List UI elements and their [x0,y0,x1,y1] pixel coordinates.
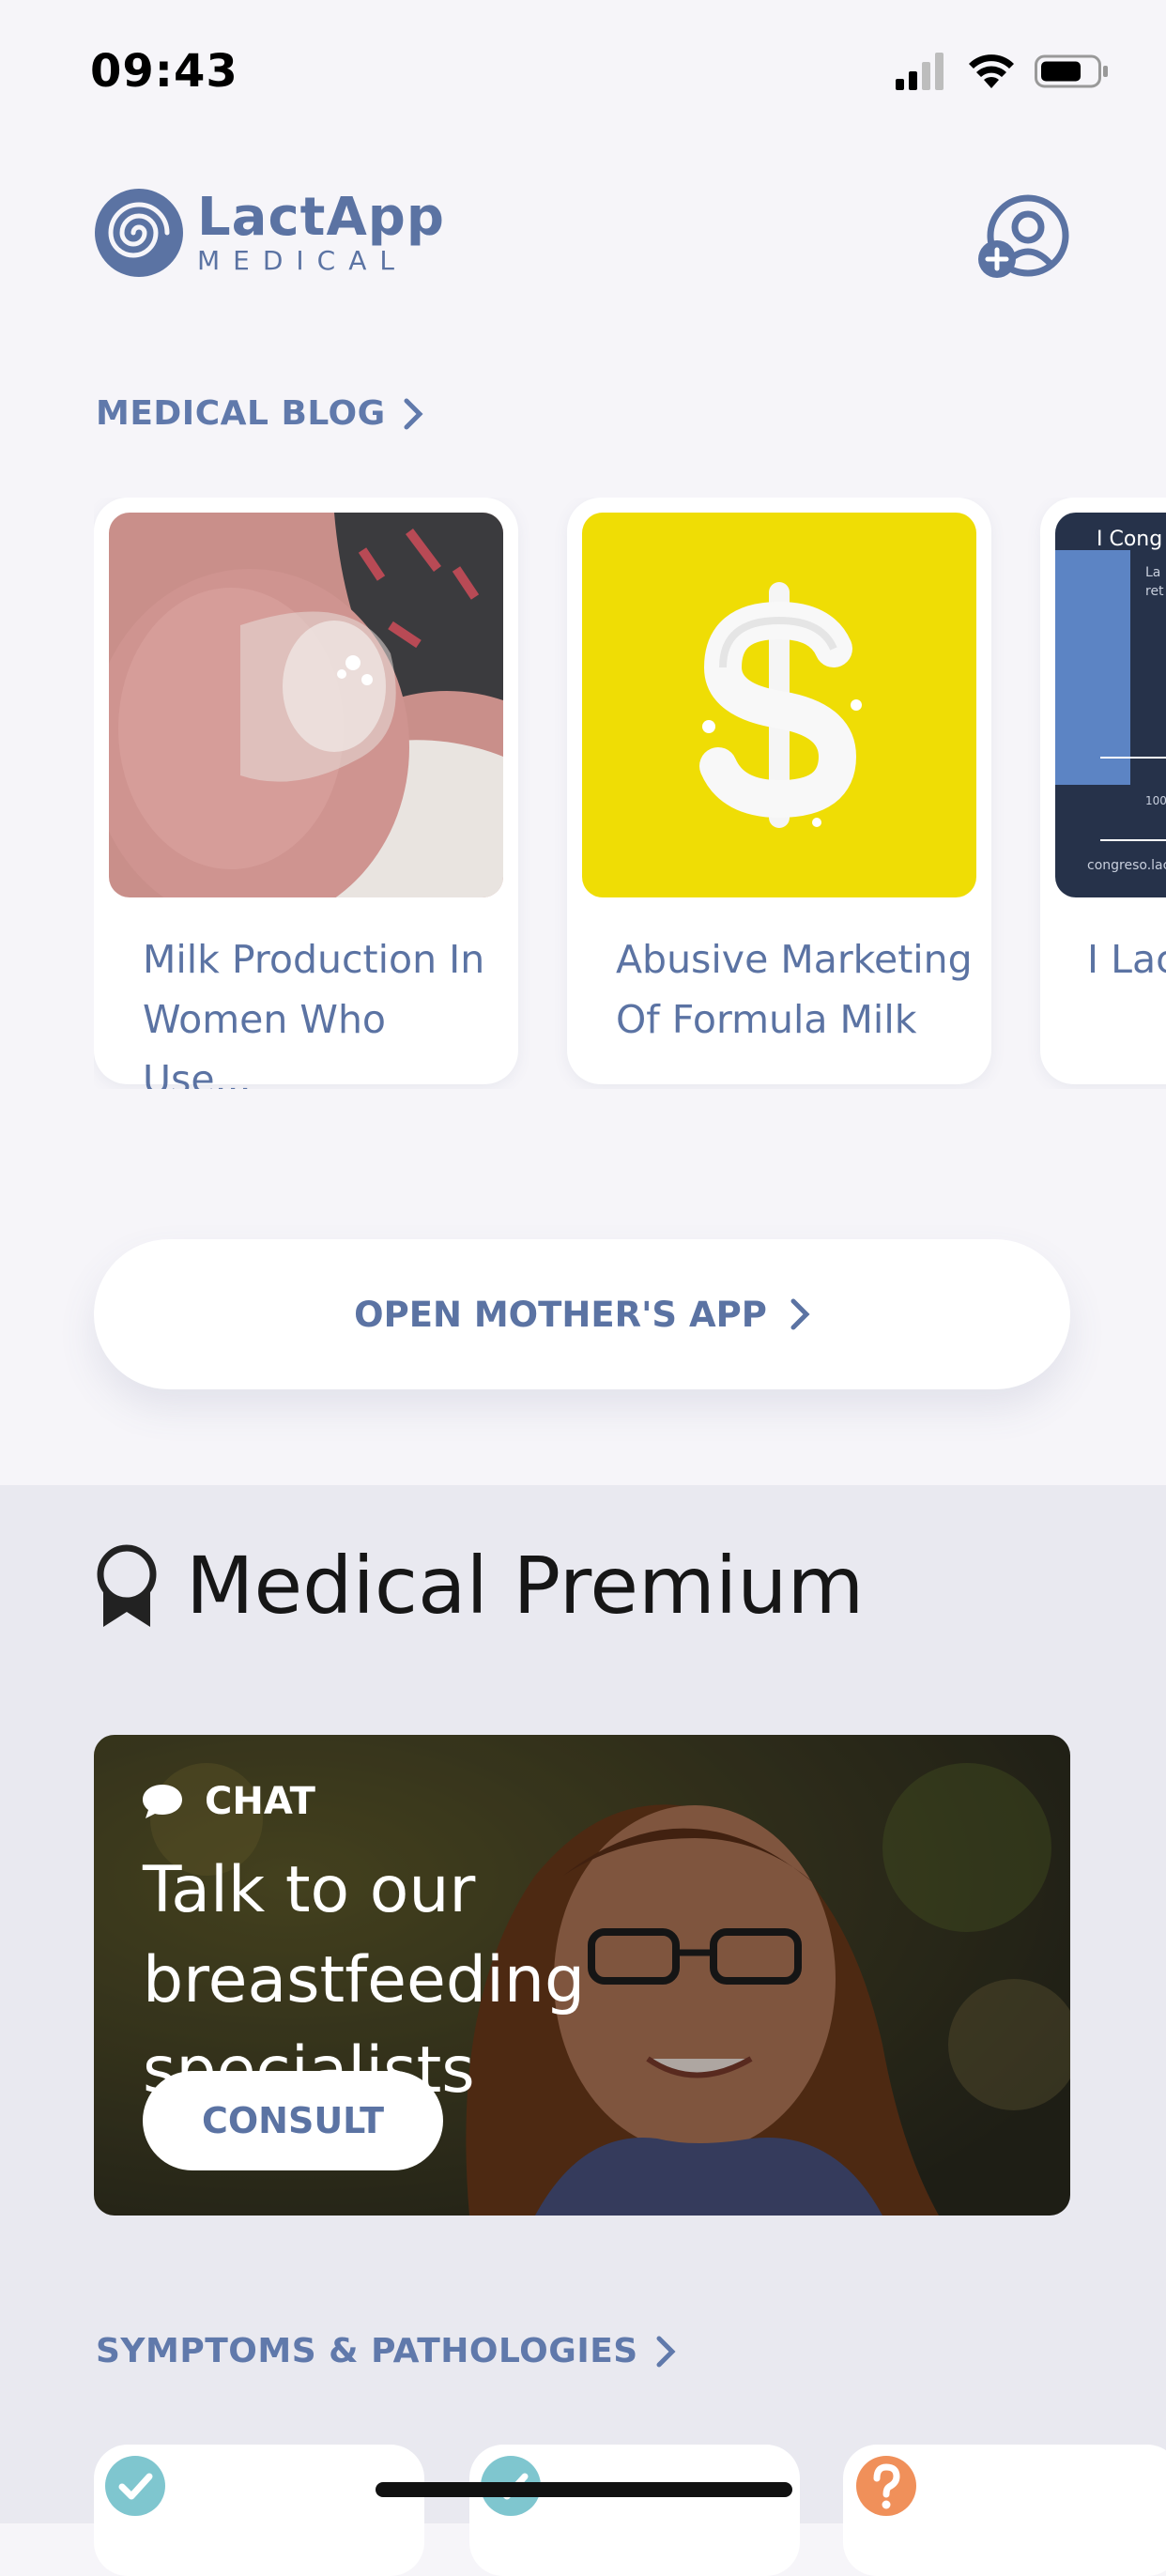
congress-image-title: I Cong [1097,528,1163,551]
congress-image-subtext: ret [1145,584,1164,599]
battery-icon [1035,54,1108,88]
symptom-card[interactable] [469,2445,800,2576]
blog-carousel[interactable]: Milk Production In Women Who Use... Abus… [94,498,1166,1089]
check-circle-icon [105,2456,165,2516]
congress-image-subtext: La [1145,565,1161,580]
question-circle-icon [856,2456,916,2516]
congress-image-footer: congreso.lact [1087,858,1166,873]
add-profile-button[interactable] [976,193,1070,287]
chevron-right-icon [790,1298,810,1330]
chevron-right-icon [404,398,423,429]
add-user-icon [978,194,1069,278]
congress-image-percent: 100% [1145,794,1166,807]
blog-card-3[interactable]: I Cong La ret 100% congreso.lact I Lac C… [1040,498,1166,1084]
chat-label-row: CHAT [141,1780,315,1823]
award-ribbon-icon [97,1544,157,1627]
blog-card-title: Abusive Marketing Of Formula Milk [616,937,973,1042]
premium-heading: Medical Premium [94,1540,864,1632]
open-mothers-app-button[interactable]: OPEN MOTHER'S APP [94,1239,1070,1389]
blog-card-image-nipple-shield [109,513,503,897]
home-indicator[interactable] [376,2482,792,2497]
symptom-card[interactable] [843,2445,1166,2576]
consult-button[interactable]: CONSULT [143,2071,443,2170]
wifi-icon [969,54,1014,88]
status-icons [896,53,1110,90]
lactapp-logo: LactApp MEDICAL [94,188,445,278]
chat-label: CHAT [205,1780,315,1823]
medical-blog-heading: MEDICAL BLOG [96,394,386,433]
symptoms-pathologies-link[interactable]: SYMPTOMS & PATHOLOGIES [96,2332,676,2370]
blog-card-title: I Lac Cong [1087,937,1166,982]
spiral-logo-icon [95,189,183,277]
blog-card-image-congress: I Cong La ret 100% congreso.lact [1055,513,1166,897]
cellular-signal-icon [896,53,944,90]
open-mothers-app-label: OPEN MOTHER'S APP [354,1294,767,1335]
premium-title: Medical Premium [186,1540,865,1632]
blog-card-2[interactable]: Abusive Marketing Of Formula Milk [567,498,991,1084]
symptoms-heading: SYMPTOMS & PATHOLOGIES [96,2332,638,2370]
blog-card-image-milk-dollar [582,513,976,897]
logo-secondary-text: MEDICAL [197,245,407,276]
blog-card-title: Milk Production In Women Who Use... [143,937,485,1089]
chat-bubble-icon [143,1785,182,1818]
blog-card-1[interactable]: Milk Production In Women Who Use... [94,498,518,1089]
medical-blog-link[interactable]: MEDICAL BLOG [96,394,423,433]
status-time: 09:43 [90,45,238,98]
logo-primary-text: LactApp [197,187,445,248]
symptom-card[interactable] [94,2445,424,2576]
chevron-right-icon [656,2336,676,2367]
